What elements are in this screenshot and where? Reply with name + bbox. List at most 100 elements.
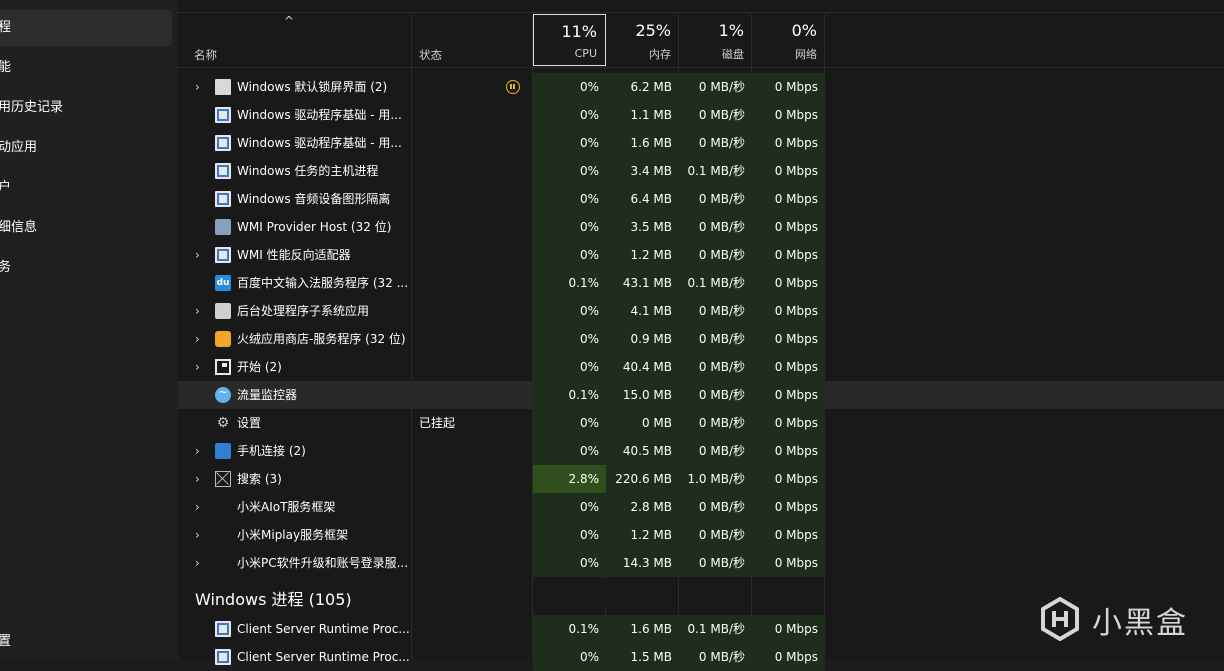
sidebar-item-settings[interactable]: 置 <box>0 624 172 660</box>
cpu-header-label: CPU <box>574 47 597 60</box>
network-cell: 0 Mbps <box>752 437 825 465</box>
process-name: Windows 驱动程序基础 - 用... <box>237 108 402 122</box>
chevron-right-icon[interactable]: › <box>195 557 205 569</box>
disk-cell: 0 MB/秒 <box>679 493 752 521</box>
group-title-windows-processes[interactable]: Windows 进程 (105) <box>195 586 352 614</box>
disk-cell: 1.0 MB/秒 <box>679 465 752 493</box>
sidebar-item-startup-apps[interactable]: 动应用 <box>0 130 172 166</box>
chevron-right-icon[interactable]: › <box>195 333 205 345</box>
memory-cell: 1.6 MB <box>606 615 679 643</box>
table-row[interactable]: › 小米PC软件升级和账号登录服... 0% 14.3 MB 0 MB/秒 0 Mbps <box>178 549 1224 577</box>
table-row[interactable]: › 小米Miplay服务框架 0% 1.2 MB 0 MB/秒 0 Mbps <box>178 521 1224 549</box>
window-app-icon <box>215 135 231 151</box>
column-header-network[interactable]: 0% 网络 <box>752 14 825 66</box>
table-row[interactable]: › 开始 (2) 0% 40.4 MB 0 MB/秒 0 Mbps <box>178 353 1224 381</box>
sidebar-item-app-history[interactable]: 用历史记录 <box>0 90 172 126</box>
cpu-cell: 0% <box>533 297 606 325</box>
sidebar-item-processes[interactable]: 程 <box>0 10 172 46</box>
process-name: 小米Miplay服务框架 <box>237 528 349 542</box>
disk-header-label: 磁盘 <box>722 48 744 61</box>
process-name: Client Server Runtime Proc... <box>237 650 410 664</box>
disk-cell: 0 MB/秒 <box>679 297 752 325</box>
chevron-right-icon[interactable]: › <box>195 473 205 485</box>
memory-cell: 1.6 MB <box>606 129 679 157</box>
huorong-store-icon <box>215 331 231 347</box>
chevron-right-icon[interactable]: › <box>195 501 205 513</box>
chevron-right-icon[interactable]: › <box>195 445 205 457</box>
table-row[interactable]: du 百度中文输入法服务程序 (32 ... 0.1% 43.1 MB 0.1 MB/秒… <box>178 269 1224 297</box>
sidebar-item-label: 程 <box>0 20 12 35</box>
memory-cell: 1.2 MB <box>606 241 679 269</box>
disk-cell: 0 MB/秒 <box>679 325 752 353</box>
disk-cell: 0 MB/秒 <box>679 353 752 381</box>
sidebar-item-services[interactable]: 务 <box>0 250 172 286</box>
disk-cell: 0 MB/秒 <box>679 549 752 577</box>
network-cell: 0 Mbps <box>752 157 825 185</box>
header-top-divider <box>178 12 1224 13</box>
process-name: 小米PC软件升级和账号登录服... <box>237 556 409 570</box>
sidebar-item-users[interactable]: 户 <box>0 170 172 206</box>
table-row[interactable]: › 小米AIoT服务框架 0% 2.8 MB 0 MB/秒 0 Mbps <box>178 493 1224 521</box>
memory-cell: 14.3 MB <box>606 549 679 577</box>
column-header-status[interactable]: 状态 <box>419 47 442 63</box>
network-cell: 0 Mbps <box>752 297 825 325</box>
table-row[interactable]: › 搜索 (3) 2.8% 220.6 MB 1.0 MB/秒 0 Mbps <box>178 465 1224 493</box>
disk-cell: 0 MB/秒 <box>679 521 752 549</box>
window-app-icon <box>215 191 231 207</box>
chevron-right-icon[interactable]: › <box>195 529 205 541</box>
table-row[interactable]: Windows 任务的主机进程 0% 3.4 MB 0.1 MB/秒 0 Mbps <box>178 157 1224 185</box>
process-name: Windows 任务的主机进程 <box>237 164 379 178</box>
process-name: 开始 (2) <box>237 360 282 374</box>
table-row[interactable]: ⚙ 设置 已挂起 0% 0 MB 0 MB/秒 0 Mbps <box>178 409 1224 437</box>
cpu-cell: 0% <box>533 325 606 353</box>
chevron-right-icon[interactable]: › <box>195 305 205 317</box>
disk-cell: 0 MB/秒 <box>679 643 752 671</box>
traffic-monitor-icon <box>215 385 231 403</box>
sort-ascending-icon: ^ <box>284 14 295 28</box>
table-row[interactable]: Client Server Runtime Proc... 0% 1.5 MB 0 M… <box>178 643 1224 671</box>
column-header-cpu[interactable]: 11% CPU <box>533 14 606 66</box>
window-app-icon <box>215 247 231 263</box>
chevron-right-icon[interactable]: › <box>195 249 205 261</box>
cpu-cell: 0.1% <box>533 381 606 409</box>
process-name: 小米AIoT服务框架 <box>237 500 336 514</box>
table-row[interactable]: › 手机连接 (2) 0% 40.5 MB 0 MB/秒 0 Mbps <box>178 437 1224 465</box>
table-row[interactable]: 流量监控器 0.1%15.0 MB0 MB/秒0 Mbps <box>178 381 1224 409</box>
column-header-memory[interactable]: 25% 内存 <box>606 14 679 66</box>
sidebar-item-details[interactable]: 细信息 <box>0 210 172 246</box>
sidebar-item-label: 动应用 <box>0 140 38 155</box>
start-icon <box>215 359 231 375</box>
process-name: WMI Provider Host (32 位) <box>237 220 392 234</box>
disk-cell: 0 MB/秒 <box>679 409 752 437</box>
memory-total-percent: 25% <box>635 21 671 40</box>
cpu-cell: 0% <box>533 101 606 129</box>
network-cell: 0 Mbps <box>752 213 825 241</box>
table-row[interactable]: › WMI 性能反向适配器 0% 1.2 MB 0 MB/秒 0 Mbps <box>178 241 1224 269</box>
table-row[interactable]: › 后台处理程序子系统应用 0% 4.1 MB 0 MB/秒 0 Mbps <box>178 297 1224 325</box>
cpu-cell: 0% <box>533 241 606 269</box>
window-app-icon <box>215 163 231 179</box>
process-name: Client Server Runtime Proc... <box>237 622 410 636</box>
window-app-icon <box>215 621 231 637</box>
process-name: 搜索 (3) <box>237 472 282 486</box>
cpu-cell: 0% <box>533 73 606 101</box>
table-row[interactable]: WMI Provider Host (32 位) 0% 3.5 MB 0 MB/秒 0 … <box>178 213 1224 241</box>
table-row[interactable]: › Windows 默认锁屏界面 (2) 0% 6.2 MB 0 MB/秒 0 Mbps <box>178 73 1224 101</box>
column-header-name[interactable]: 名称 <box>194 47 217 63</box>
disk-cell: 0 MB/秒 <box>679 241 752 269</box>
network-cell: 0 Mbps <box>752 241 825 269</box>
chevron-right-icon[interactable]: › <box>195 361 205 373</box>
sidebar-item-performance[interactable]: 能 <box>0 50 172 86</box>
cpu-total-percent: 11% <box>561 22 597 41</box>
process-name: 手机连接 (2) <box>237 444 306 458</box>
chevron-right-icon[interactable]: › <box>195 81 205 93</box>
disk-cell: 0 MB/秒 <box>679 381 752 409</box>
table-row[interactable]: Windows 驱动程序基础 - 用... 0% 1.6 MB 0 MB/秒 0 Mbp… <box>178 129 1224 157</box>
header-bottom-divider <box>178 67 1224 68</box>
table-row[interactable]: Windows 音频设备图形隔离 0% 6.4 MB 0 MB/秒 0 Mbps <box>178 185 1224 213</box>
table-row[interactable]: › 火绒应用商店-服务程序 (32 位) 0% 0.9 MB 0 MB/秒 0 Mbps <box>178 325 1224 353</box>
memory-cell: 40.4 MB <box>606 353 679 381</box>
column-header-disk[interactable]: 1% 磁盘 <box>679 14 752 66</box>
table-row[interactable]: Windows 驱动程序基础 - 用... 0% 1.1 MB 0 MB/秒 0 Mbp… <box>178 101 1224 129</box>
network-cell: 0 Mbps <box>752 409 825 437</box>
